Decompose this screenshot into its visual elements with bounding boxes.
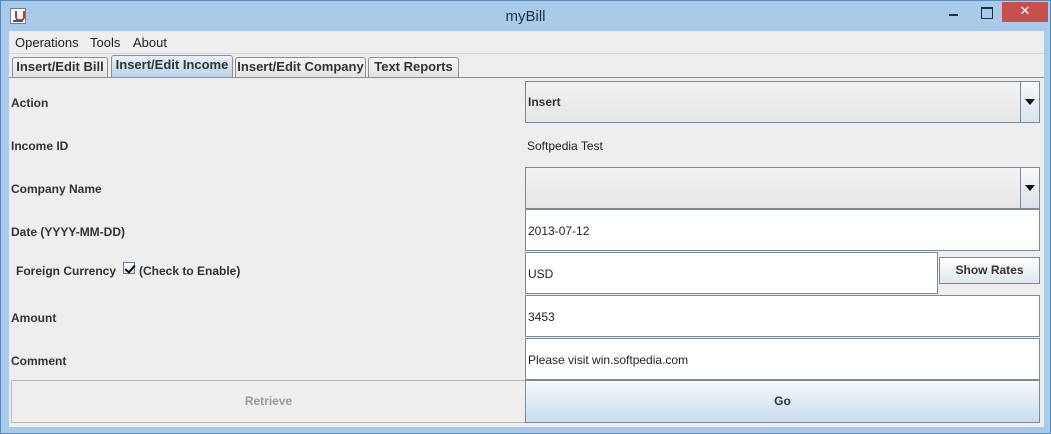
currency-field[interactable]: USD — [525, 252, 938, 294]
foreign-currency-label: Foreign Currency — [16, 264, 117, 278]
tab-insert-edit-bill[interactable]: Insert/Edit Bill — [12, 57, 108, 77]
chevron-down-icon[interactable] — [1020, 82, 1039, 122]
tab-insert-edit-company[interactable]: Insert/Edit Company — [235, 57, 366, 77]
amount-field[interactable]: 3453 — [525, 295, 1040, 337]
go-button[interactable]: Go — [525, 380, 1040, 423]
menu-about[interactable]: About — [133, 35, 167, 50]
date-value: 2013-07-12 — [528, 224, 590, 238]
chevron-down-icon[interactable] — [1020, 168, 1039, 208]
tab-strip: Insert/Edit Bill Insert/Edit Company Tex… — [9, 55, 1044, 77]
close-button[interactable]: ✕ — [1002, 2, 1048, 22]
comment-label: Comment — [11, 354, 67, 368]
action-combo[interactable]: Insert — [525, 81, 1040, 123]
action-label: Action — [11, 96, 49, 110]
income-id-label: Income ID — [11, 139, 69, 153]
income-form-panel: Action Insert Income ID Softpedia Test C… — [9, 77, 1044, 427]
amount-label: Amount — [11, 311, 57, 325]
income-id-value: Softpedia Test — [527, 139, 603, 153]
company-name-label: Company Name — [11, 182, 102, 196]
minimize-button[interactable] — [940, 2, 967, 22]
currency-value: USD — [528, 267, 554, 281]
title-bar[interactable]: myBill ✕ — [1, 1, 1050, 31]
window-title: myBill — [505, 8, 546, 25]
maximize-button[interactable] — [973, 2, 1000, 22]
menu-bar: Operations Tools About — [9, 31, 1044, 54]
show-rates-button[interactable]: Show Rates — [939, 257, 1040, 284]
tab-insert-edit-income[interactable]: Insert/Edit Income — [111, 55, 233, 77]
menu-operations[interactable]: Operations — [15, 35, 79, 50]
app-window: myBill ✕ Operations Tools About Insert/E… — [0, 0, 1051, 434]
tab-text-reports[interactable]: Text Reports — [368, 57, 459, 77]
amount-value: 3453 — [528, 310, 555, 324]
comment-field[interactable]: Please visit win.softpedia.com — [525, 338, 1040, 380]
retrieve-button[interactable]: Retrieve — [11, 380, 526, 423]
date-field[interactable]: 2013-07-12 — [525, 209, 1040, 251]
foreign-currency-checkbox-label: (Check to Enable) — [139, 264, 241, 278]
menu-tools[interactable]: Tools — [90, 35, 120, 50]
foreign-currency-checkbox[interactable] — [123, 262, 135, 274]
client-area: Operations Tools About Insert/Edit Bill … — [9, 31, 1044, 427]
comment-value: Please visit win.softpedia.com — [528, 353, 689, 367]
date-label: Date (YYYY-MM-DD) — [11, 225, 126, 239]
action-value: Insert — [528, 95, 561, 109]
close-icon: ✕ — [1019, 4, 1031, 19]
company-name-combo[interactable] — [525, 167, 1040, 209]
